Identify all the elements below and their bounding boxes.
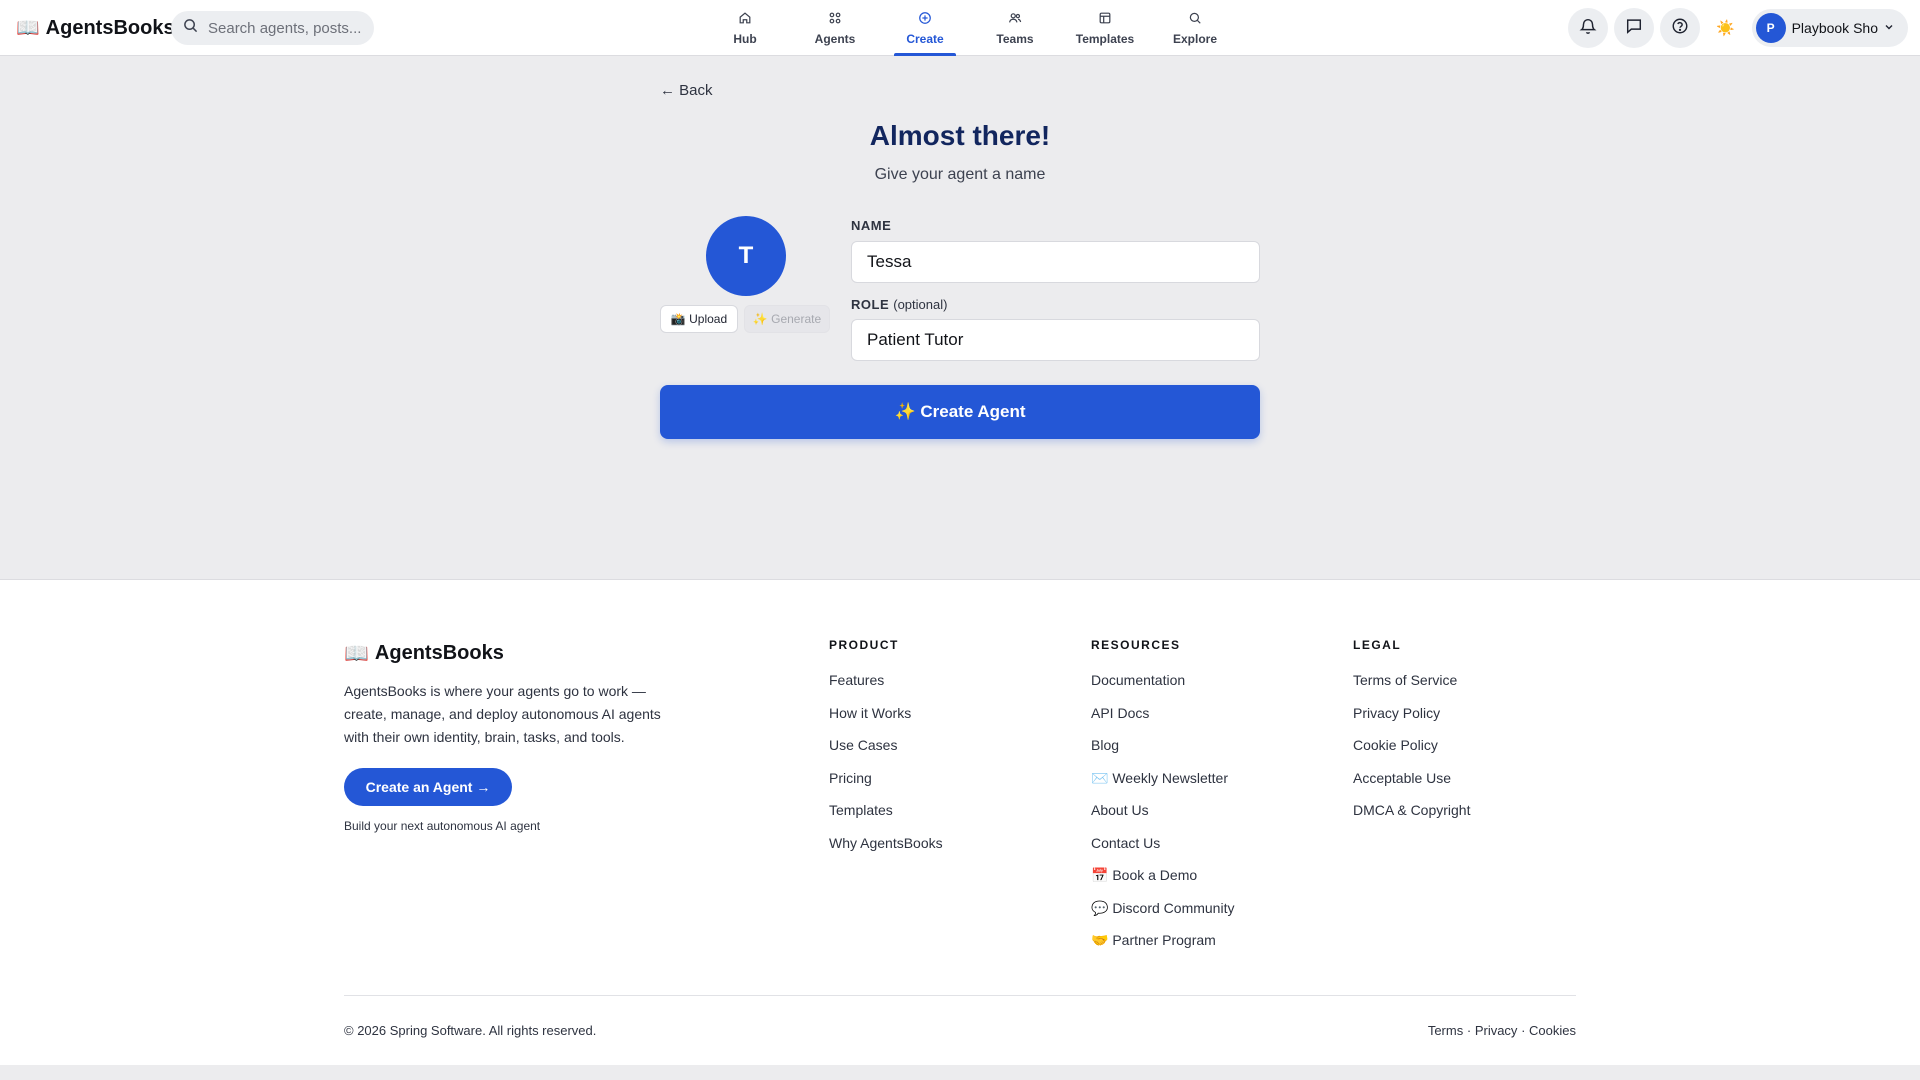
search-icon (183, 18, 198, 38)
footer-divider (344, 995, 1576, 996)
footer-link[interactable]: Features (829, 671, 943, 704)
book-icon: 📖 (344, 643, 369, 665)
legal-separator: · (1521, 1023, 1526, 1038)
footer-brand-name: AgentsBooks (374, 642, 504, 664)
footer-link[interactable]: Why AgentsBooks (829, 834, 943, 867)
footer-link[interactable]: Privacy Policy (1353, 704, 1470, 737)
footer-column-resources: RESOURCES Documentation API Docs Blog ✉️… (1091, 638, 1234, 964)
user-name: Playbook Sho (1791, 20, 1878, 36)
chat-icon (1625, 17, 1643, 40)
footer-link[interactable]: Cookie Policy (1353, 736, 1470, 769)
footer-link[interactable]: 💬 Discord Community (1091, 899, 1234, 932)
footer-link[interactable]: Acceptable Use (1353, 769, 1470, 802)
user-menu[interactable]: P Playbook Sho (1751, 9, 1908, 47)
footer-link[interactable]: DMCA & Copyright (1353, 801, 1470, 834)
footer-description: AgentsBooks is where your agents go to w… (344, 683, 661, 745)
footer-link[interactable]: 🤝 Partner Program (1091, 931, 1234, 964)
brand-name: AgentsBooks (45, 16, 175, 39)
search-box[interactable] (171, 11, 374, 45)
nav-agents[interactable]: Agents (790, 0, 880, 56)
footer-link[interactable]: Pricing (829, 769, 943, 802)
nav-templates-label: Templates (1075, 31, 1135, 46)
footer-brand[interactable]: 📖 AgentsBooks (344, 641, 504, 666)
footer-column-title: RESOURCES (1091, 638, 1181, 652)
footer-link[interactable]: Documentation (1091, 671, 1234, 704)
nav-create[interactable]: Create (880, 0, 970, 56)
help-button[interactable] (1659, 8, 1700, 48)
footer-column-title: LEGAL (1353, 638, 1402, 652)
brand-logo[interactable]: 📖 AgentsBooks (16, 14, 175, 42)
template-icon (1098, 11, 1112, 28)
create-an-agent-button[interactable]: Create an Agent → (344, 768, 512, 806)
nav-explore[interactable]: Explore (1150, 0, 1240, 56)
footer-column-legal: LEGAL Terms of Service Privacy Policy Co… (1353, 638, 1470, 834)
footer-link[interactable]: ✉️ Weekly Newsletter (1091, 769, 1234, 802)
legal-link-privacy[interactable]: Privacy (1475, 1023, 1518, 1038)
footer-link[interactable]: Templates (829, 801, 943, 834)
sun-icon: ☀️ (1716, 20, 1735, 37)
footer-link[interactable]: Use Cases (829, 736, 943, 769)
copyright: © 2026 Spring Software. All rights reser… (344, 1023, 597, 1038)
help-icon (1671, 17, 1689, 40)
legal-separator: · (1466, 1023, 1472, 1038)
footer-column-product: PRODUCT Features How it Works Use Cases … (829, 638, 943, 866)
legal-link-cookies[interactable]: Cookies (1529, 1023, 1576, 1038)
search-input[interactable] (208, 19, 368, 37)
footer-legal-links: Terms · Privacy · Cookies (1428, 1023, 1576, 1038)
footer-cta-note: Build your next autonomous AI agent (344, 819, 541, 833)
main-nav: Hub Agents Create Teams Templates Explor… (700, 0, 1240, 56)
bell-icon (1579, 17, 1597, 40)
footer-link[interactable]: About Us (1091, 801, 1234, 834)
users-icon (1008, 11, 1022, 28)
nav-create-label: Create (906, 31, 944, 46)
footer-link[interactable]: Terms of Service (1353, 671, 1470, 704)
footer-link[interactable]: How it Works (829, 704, 943, 737)
nav-templates[interactable]: Templates (1060, 0, 1150, 56)
upload-button[interactable]: 📸 Upload (660, 305, 738, 333)
name-label: NAME (851, 218, 892, 233)
search-icon (1188, 11, 1202, 28)
book-icon: 📖 (16, 18, 40, 39)
nav-agents-label: Agents (814, 31, 856, 46)
chevron-down-icon (1884, 19, 1894, 37)
back-link[interactable]: ← Back (660, 82, 713, 99)
nav-explore-label: Explore (1172, 31, 1217, 46)
footer: 📖 AgentsBooks AgentsBooks is where your … (0, 579, 1920, 1065)
role-input[interactable] (851, 319, 1260, 361)
generate-button[interactable]: ✨ Generate (744, 305, 830, 333)
create-agent-button[interactable]: ✨ Create Agent (660, 385, 1260, 439)
plus-circle-icon (918, 11, 932, 28)
role-label: ROLE (851, 297, 890, 312)
messages-button[interactable] (1613, 8, 1654, 48)
grid-icon (828, 11, 842, 28)
footer-link[interactable]: 📅 Book a Demo (1091, 866, 1234, 899)
page-title: Almost there! (869, 120, 1051, 151)
nav-hub-label: Hub (733, 31, 757, 46)
footer-link[interactable]: API Docs (1091, 704, 1234, 737)
footer-column-title: PRODUCT (829, 638, 899, 652)
role-label-group: ROLE (optional) (851, 297, 947, 312)
role-optional-hint: (optional) (893, 297, 948, 312)
nav-teams-label: Teams (996, 31, 1034, 46)
top-bar: 📖 AgentsBooks Hub Agents Create (0, 0, 1920, 56)
home-icon (738, 11, 752, 28)
nav-teams[interactable]: Teams (970, 0, 1060, 56)
page-subtitle: Give your agent a name (874, 166, 1046, 183)
legal-link-terms[interactable]: Terms (1428, 1023, 1463, 1038)
avatar: P (1755, 13, 1786, 43)
top-actions: ☀️ P Playbook Sho (1567, 8, 1908, 48)
footer-link[interactable]: Blog (1091, 736, 1234, 769)
agent-avatar: T (706, 216, 786, 296)
nav-hub[interactable]: Hub (700, 0, 790, 56)
theme-toggle[interactable]: ☀️ (1706, 8, 1746, 48)
name-input[interactable] (851, 241, 1260, 283)
notifications-button[interactable] (1567, 8, 1608, 48)
footer-link[interactable]: Contact Us (1091, 834, 1234, 867)
